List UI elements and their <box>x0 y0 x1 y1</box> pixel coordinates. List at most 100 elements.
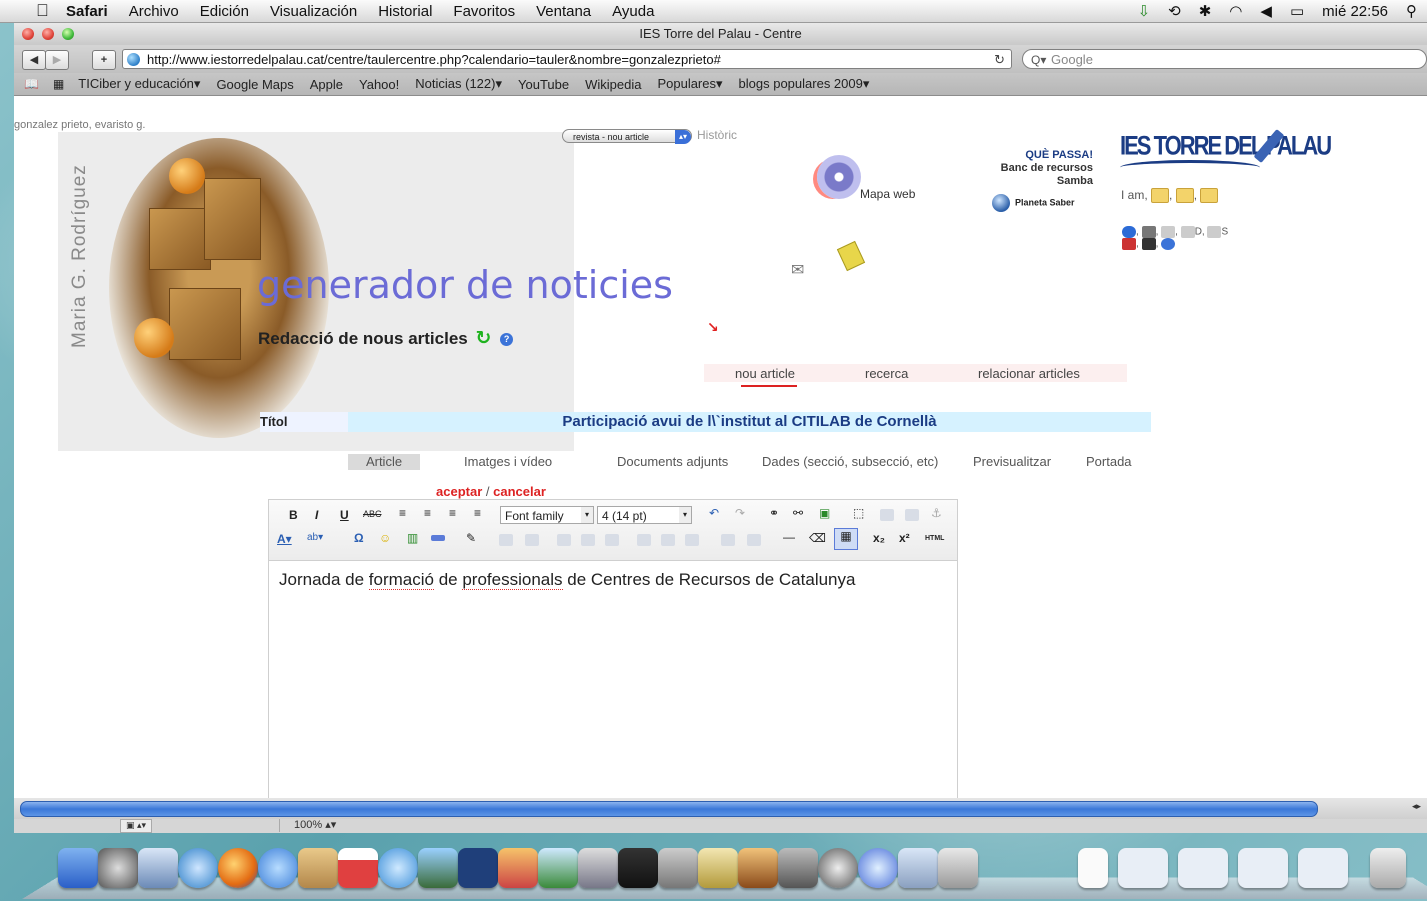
preview-icon[interactable] <box>898 848 938 888</box>
window-thumbnail[interactable] <box>1118 848 1168 888</box>
paste-icon[interactable] <box>905 509 919 521</box>
bookmark-noticias[interactable]: Noticias (122)▾ <box>415 76 502 92</box>
cancel-link[interactable]: cancelar <box>493 484 546 499</box>
html-source-icon[interactable]: HTML <box>925 535 944 542</box>
menu-edicion[interactable]: Edición <box>200 3 249 20</box>
bookmark-yahoo[interactable]: Yahoo! <box>359 77 399 92</box>
table-col-icon[interactable] <box>685 534 699 546</box>
document-icon[interactable] <box>1078 848 1108 888</box>
select-all-icon[interactable]: ⬚ <box>853 506 864 520</box>
align-center-icon[interactable]: ≡ <box>424 506 431 520</box>
menu-favoritos[interactable]: Favoritos <box>453 3 515 20</box>
menubar-clock[interactable]: mié 22:56 <box>1322 3 1388 20</box>
horizontal-scrollbar[interactable]: ◂▸ <box>14 798 1427 819</box>
media-icon[interactable]: ▥ <box>407 531 418 545</box>
envelope-icon[interactable] <box>1161 226 1176 238</box>
safari-icon[interactable] <box>178 848 218 888</box>
tab-nou-article[interactable]: nou article <box>735 366 795 381</box>
accept-link[interactable]: aceptar <box>436 484 482 499</box>
bookmark-blogs[interactable]: blogs populares 2009▾ <box>739 76 870 92</box>
dashboard-icon[interactable] <box>98 848 138 888</box>
que-passa-link[interactable]: QUÈ PASSA! <box>958 149 1093 162</box>
volume-icon[interactable]: ◀ <box>1260 2 1272 20</box>
visual-aid-icon[interactable]: ▦ <box>834 528 858 550</box>
subtab-dades[interactable]: Dades (secció, subsecció, etc) <box>762 454 938 469</box>
scrollbar-thumb[interactable] <box>20 801 1318 817</box>
italic-icon[interactable]: I <box>315 508 318 522</box>
reload-icon[interactable]: ↻ <box>994 50 1005 68</box>
address-book-icon[interactable] <box>298 848 338 888</box>
envelope-icon[interactable] <box>1207 226 1222 238</box>
folder-icon[interactable] <box>1151 188 1170 204</box>
bookmark-populares[interactable]: Populares▾ <box>657 76 722 92</box>
apple-icon[interactable]:  <box>36 2 54 20</box>
spotlight-icon[interactable]: ⚲ <box>1406 2 1417 20</box>
folder-icon[interactable] <box>1200 188 1219 204</box>
monitor-icon[interactable] <box>1141 238 1156 250</box>
redo-icon[interactable]: ↷ <box>735 506 745 520</box>
ical-icon[interactable] <box>338 848 378 888</box>
table-icon[interactable] <box>499 534 513 546</box>
garageband-icon[interactable] <box>738 848 778 888</box>
minimize-window-icon[interactable] <box>42 28 54 40</box>
tab-recerca[interactable]: recerca <box>865 366 908 381</box>
emoticon-icon[interactable]: ☺ <box>379 531 391 545</box>
bookmark-ticiber[interactable]: TICiber y educación▾ <box>78 76 200 92</box>
spaces-icon[interactable] <box>778 848 818 888</box>
address-bar[interactable]: http://www.iestorredelpalau.cat/centre/t… <box>122 49 1012 69</box>
special-char-icon[interactable]: Ω <box>354 531 364 545</box>
folder-icon[interactable] <box>1175 188 1194 204</box>
add-bookmark-button[interactable]: + <box>92 50 116 70</box>
battery-icon[interactable]: ▭ <box>1290 2 1304 20</box>
align-left-icon[interactable]: ≡ <box>399 506 406 520</box>
font-family-select[interactable]: Font family ▾ <box>500 506 594 524</box>
refresh-icon[interactable]: ↻ <box>475 327 491 350</box>
samba-link[interactable]: Samba <box>958 175 1093 188</box>
mail-icon[interactable]: ✉ <box>791 260 804 280</box>
photoshop-icon[interactable] <box>458 848 498 888</box>
sync-icon[interactable]: ⇩ <box>1138 2 1151 20</box>
itunes-dock-icon[interactable] <box>858 848 898 888</box>
banc-recursos-link[interactable]: Banc de recursos <box>958 162 1093 175</box>
envelope-icon[interactable] <box>1180 226 1195 238</box>
search-field[interactable]: Q▾ Google <box>1022 49 1427 69</box>
printer-icon[interactable] <box>1141 226 1156 238</box>
zoom-select[interactable]: 100% ▴▾ <box>279 819 364 832</box>
title-field[interactable]: Participació avui de l\`institut al CITI… <box>348 412 1151 432</box>
bluetooth-icon[interactable]: ✱ <box>1199 2 1212 20</box>
numbers-icon[interactable] <box>538 848 578 888</box>
tab-relacionar[interactable]: relacionar articles <box>978 366 1080 381</box>
star-icon[interactable] <box>698 848 738 888</box>
window-thumbnail[interactable] <box>1238 848 1288 888</box>
subscript-icon[interactable]: x₂ <box>873 531 885 545</box>
zoom-window-icon[interactable] <box>62 28 74 40</box>
chat-icon[interactable] <box>1122 226 1136 238</box>
subtab-documents[interactable]: Documents adjunts <box>617 454 728 469</box>
text-color-icon[interactable]: A▾ <box>277 532 292 546</box>
finder-icon[interactable] <box>58 848 98 888</box>
link-icon[interactable]: ⚭ <box>769 506 779 520</box>
help-icon[interactable] <box>1161 238 1176 250</box>
bookmark-youtube[interactable]: YouTube <box>518 77 569 92</box>
subtab-imatges[interactable]: Imatges i vídeo <box>464 454 552 469</box>
superscript-icon[interactable]: x² <box>899 531 910 545</box>
font-size-select[interactable]: 4 (14 pt) ▾ <box>597 506 692 524</box>
pin-note-icon[interactable] <box>836 240 866 272</box>
trash-icon[interactable] <box>1370 848 1406 888</box>
monitor-red-icon[interactable] <box>1122 238 1136 250</box>
menu-historial[interactable]: Historial <box>378 3 432 20</box>
bookmarks-book-icon[interactable]: 📖 <box>24 77 39 91</box>
bookmark-google-maps[interactable]: Google Maps <box>216 77 293 92</box>
planeta-saber-link[interactable]: Planeta Saber <box>992 194 1075 212</box>
help-icon[interactable]: ? <box>500 333 514 347</box>
eraser-icon[interactable]: ⌫ <box>809 531 826 545</box>
table-col-icon[interactable] <box>661 534 675 546</box>
anchor-icon[interactable]: ⚓ <box>931 506 942 520</box>
underline-icon[interactable]: U <box>340 508 349 522</box>
status-view-icon[interactable]: ▣ ▴▾ <box>120 819 152 833</box>
wifi-icon[interactable]: ◠ <box>1229 2 1242 20</box>
table-col-icon[interactable] <box>637 534 651 546</box>
editor-content[interactable]: Jornada de formació de professionals de … <box>269 561 957 599</box>
menu-app[interactable]: Safari <box>66 3 108 20</box>
bold-icon[interactable]: B <box>289 508 298 522</box>
